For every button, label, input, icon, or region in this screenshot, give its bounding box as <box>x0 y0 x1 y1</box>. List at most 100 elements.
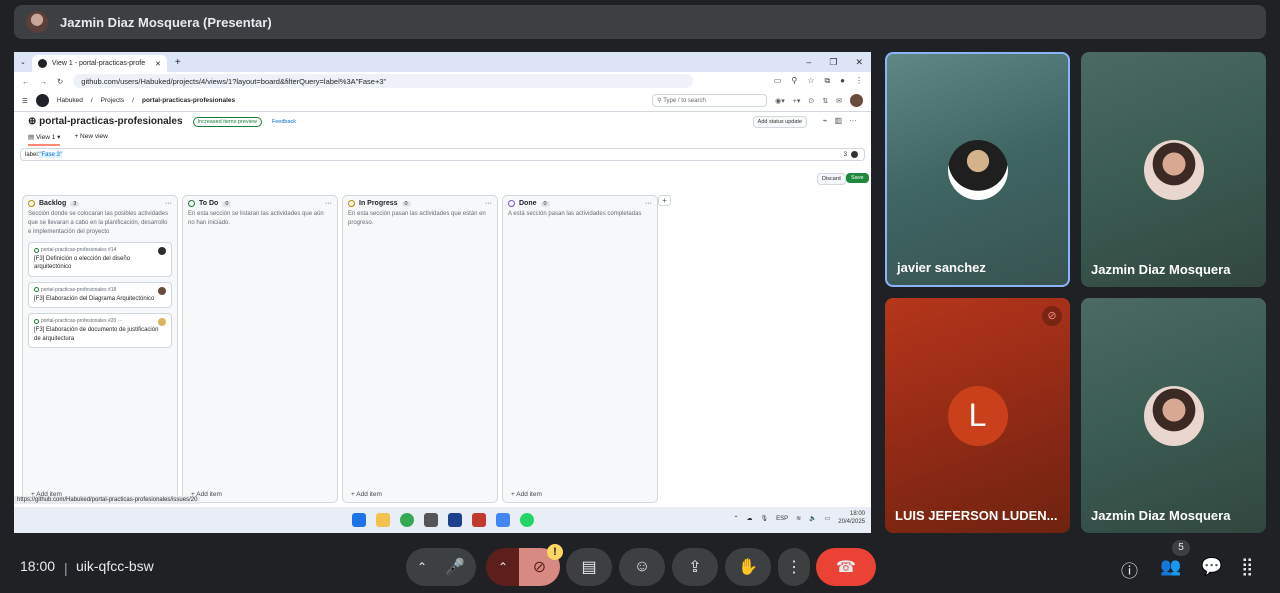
meeting-code: uik-qfcc-bsw <box>76 558 154 574</box>
windows-start-icon[interactable] <box>351 513 366 527</box>
assignee-avatar <box>158 318 166 327</box>
people-icon[interactable]: 👥 <box>1160 557 1181 577</box>
inbox-icon[interactable]: ✉ <box>836 97 842 105</box>
project-title: ⊕ portal-practicas-profesionales <box>28 116 183 127</box>
github-search-input[interactable]: ⚲ Type / to search <box>652 94 768 107</box>
emoji-icon: ☺ <box>633 558 651 575</box>
user-avatar[interactable] <box>850 94 863 107</box>
back-icon[interactable]: ← <box>22 77 30 86</box>
issue-title[interactable]: [F3] Elaboración de documento de justifi… <box>34 326 166 343</box>
add-item-button[interactable]: + Add item <box>351 491 382 498</box>
taskbar-clock[interactable]: 18:00 20/4/2025 <box>838 511 865 527</box>
issues-icon[interactable]: ⊙ <box>808 97 814 105</box>
microphone-icon[interactable]: 🎤 <box>445 557 465 577</box>
chat-icon[interactable]: 💬 <box>1201 557 1222 577</box>
whatsapp-icon[interactable] <box>519 513 534 527</box>
issue-title[interactable]: [F3] Definición o elección del diseño ar… <box>34 255 166 272</box>
pull-requests-icon[interactable]: ⇅ <box>822 97 828 105</box>
window-controls: – ❐ ✕ <box>806 57 871 68</box>
filter-input[interactable]: label: "Fase 3" 3 <box>20 148 865 161</box>
forward-icon[interactable]: → <box>40 77 48 86</box>
column-description: En esta sección se listaran las activida… <box>188 211 324 226</box>
add-status-update-button[interactable]: Add status update <box>752 116 807 128</box>
open-issue-icon <box>34 318 39 324</box>
camera-off-icon: ⊘ <box>532 559 547 576</box>
column-menu-icon[interactable]: ··· <box>645 200 652 207</box>
new-tab-icon[interactable]: + <box>167 57 189 68</box>
url-field[interactable]: github.com/users/Habuked/projects/4/view… <box>73 74 694 88</box>
github-logo-icon[interactable] <box>35 94 49 107</box>
add-item-button[interactable]: + Add item <box>511 491 542 498</box>
filter-value: "Fase 3" <box>39 151 62 158</box>
audio-options-chevron-icon[interactable]: ⌃ <box>417 560 427 574</box>
browser-tab[interactable]: View 1 - portal-practicas-profe ✕ <box>31 55 167 72</box>
participant-tile[interactable]: javier sanchez <box>885 52 1070 287</box>
issue-card[interactable]: portal-practicas-profesionales #14 [F3] … <box>28 242 172 277</box>
participant-tile[interactable]: ⊘ L LUIS JEFERSON LUDEN... <box>885 298 1070 533</box>
tab-view-1[interactable]: ▤ View 1 ▾ <box>28 133 61 146</box>
app-icon[interactable] <box>447 513 462 527</box>
participant-tile[interactable]: Jazmin Diaz Mosquera <box>1081 52 1266 287</box>
add-column-button[interactable]: + <box>658 195 671 206</box>
preview-badge[interactable]: Increased items preview <box>192 116 262 127</box>
more-options-icon[interactable]: ··· <box>849 116 857 125</box>
column-menu-icon[interactable]: ··· <box>485 200 492 207</box>
volume-icon[interactable]: 🔈 <box>809 515 816 522</box>
app-icon[interactable] <box>423 513 438 527</box>
wifi-icon[interactable]: ≋ <box>796 515 801 522</box>
breadcrumb-owner[interactable]: Habuked <box>57 97 83 104</box>
tab-list-icon[interactable]: ⌄ <box>14 58 32 66</box>
captions-button[interactable]: ▤ <box>566 548 612 586</box>
save-button[interactable]: Save <box>846 173 869 183</box>
meeting-info-icon[interactable]: ⓘ <box>1121 557 1138 582</box>
reload-icon[interactable]: ↻ <box>57 77 63 86</box>
column-menu-icon[interactable]: ··· <box>325 200 332 207</box>
minimize-icon[interactable]: – <box>806 57 811 68</box>
app-icon[interactable] <box>495 513 510 527</box>
menu-kebab-icon[interactable]: ⋮ <box>855 76 863 86</box>
present-screen-icon: ⇪ <box>688 559 702 576</box>
status-dot-icon <box>508 200 515 207</box>
project-header: ⊕ portal-practicas-profesionales Increas… <box>14 112 871 148</box>
cloud-icon[interactable]: ☁ <box>746 515 752 522</box>
profile-icon[interactable]: ● <box>840 76 845 86</box>
issue-title[interactable]: [F3] Elaboración del Diagrama Arquitectó… <box>34 295 166 303</box>
hamburger-icon[interactable]: ☰ <box>22 97 28 105</box>
column-menu-icon[interactable]: ··· <box>165 200 172 207</box>
extensions-icon[interactable]: ⧉ <box>824 76 830 86</box>
new-view-button[interactable]: + New view <box>74 133 107 146</box>
insights-icon[interactable]: ⌁ <box>823 116 828 125</box>
file-explorer-icon[interactable] <box>375 513 390 527</box>
chrome-icon[interactable] <box>399 513 414 527</box>
mic-tray-icon[interactable]: 🎙 <box>760 515 768 522</box>
battery-icon[interactable]: ▭ <box>825 515 831 522</box>
activities-grid-icon[interactable]: ⣿ <box>1241 557 1253 577</box>
breadcrumb-projects[interactable]: Projects <box>101 97 124 104</box>
participant-tile[interactable]: Jazmin Diaz Mosquera <box>1081 298 1266 533</box>
feedback-link[interactable]: Feedback <box>272 119 296 125</box>
leave-call-button[interactable]: ☎ <box>816 548 876 586</box>
close-window-icon[interactable]: ✕ <box>855 57 863 68</box>
clear-filter-icon[interactable] <box>851 151 858 158</box>
app-icon[interactable] <box>471 513 486 527</box>
present-button[interactable]: ⇪ <box>672 548 718 586</box>
issue-card[interactable]: portal-practicas-profesionales #20 ··· [… <box>28 313 172 348</box>
raise-hand-button[interactable]: ✋ <box>725 548 771 586</box>
browser-tab-title: View 1 - portal-practicas-profe <box>51 60 146 67</box>
cast-icon[interactable]: ▭ <box>774 76 782 86</box>
copilot-icon[interactable]: ◉▾ <box>775 97 785 105</box>
create-new-icon[interactable]: +▾ <box>793 97 801 105</box>
more-options-button[interactable]: ⋮ <box>778 548 810 586</box>
bookmark-star-icon[interactable]: ☆ <box>807 76 814 86</box>
restore-icon[interactable]: ❐ <box>829 57 837 68</box>
language-indicator[interactable]: ESP <box>776 516 788 522</box>
tray-chevron-icon[interactable]: ⌃ <box>733 515 738 522</box>
breadcrumb-project[interactable]: portal-practicas-profesionales <box>142 97 235 104</box>
close-tab-icon[interactable]: ✕ <box>155 60 161 68</box>
reactions-button[interactable]: ☺ <box>619 548 665 586</box>
issue-card[interactable]: portal-practicas-profesionales #18 [F3] … <box>28 281 172 309</box>
zoom-icon[interactable]: ⚲ <box>791 76 797 86</box>
layout-icon[interactable]: ▥ <box>834 116 842 125</box>
discard-button[interactable]: Discard <box>817 173 846 185</box>
video-options-chevron-icon[interactable]: ⌃ <box>498 560 508 574</box>
